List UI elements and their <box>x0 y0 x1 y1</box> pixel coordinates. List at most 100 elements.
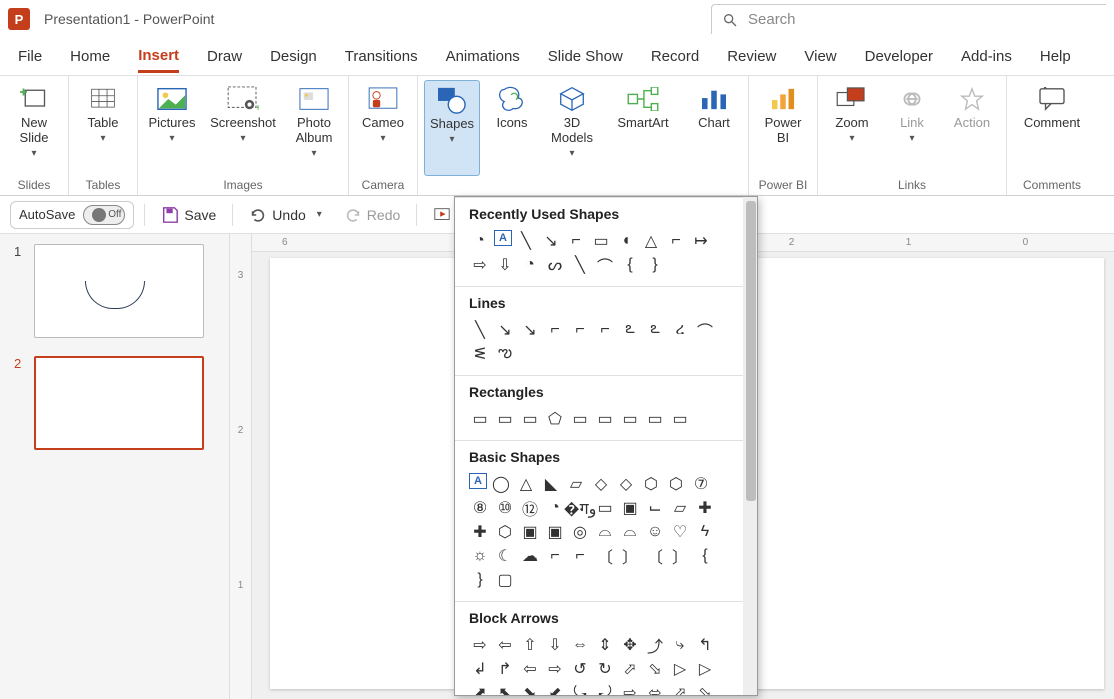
shape-option[interactable]: ↘ <box>519 319 541 341</box>
shape-option[interactable]: { <box>694 545 716 567</box>
shape-option[interactable]: ⬄ <box>644 682 666 696</box>
shape-option[interactable]: 〕 <box>669 545 691 567</box>
shape-option[interactable]: ╲ <box>515 230 537 252</box>
tab-view[interactable]: View <box>804 42 836 71</box>
shape-option[interactable]: ▭ <box>519 408 541 430</box>
shape-option[interactable]: ◖ <box>615 230 637 252</box>
shape-option[interactable]: ⌐ <box>569 545 591 567</box>
shape-option[interactable]: ⤾ <box>594 682 616 696</box>
power-bi-button[interactable]: Power BI <box>755 80 811 176</box>
3d-models-button[interactable]: 3D Models▾ <box>544 80 600 176</box>
shape-option[interactable]: ⬈ <box>469 682 491 696</box>
shape-option[interactable]: ᓬ <box>469 343 491 365</box>
shape-option[interactable]: ↺ <box>569 658 591 680</box>
shape-option[interactable]: ↰ <box>694 634 716 656</box>
shape-option[interactable]: ⬋ <box>544 682 566 696</box>
tab-record[interactable]: Record <box>651 42 699 71</box>
shape-option[interactable]: ✥ <box>619 634 641 656</box>
shape-option[interactable]: △ <box>640 230 662 252</box>
shape-option[interactable]: ⇕ <box>594 634 616 656</box>
chevron-down-icon[interactable]: ▾ <box>317 209 322 220</box>
shape-option[interactable]: ↱ <box>494 658 516 680</box>
tab-design[interactable]: Design <box>270 42 317 71</box>
shape-option[interactable]: ⑫ <box>519 497 541 519</box>
comment-button[interactable]: + Comment <box>1013 80 1091 176</box>
shape-option[interactable]: ↘ <box>494 319 516 341</box>
shape-option[interactable]: ⇔ <box>569 634 591 656</box>
tab-transitions[interactable]: Transitions <box>345 42 418 71</box>
shape-option[interactable]: ⬡ <box>665 473 687 495</box>
shape-option[interactable]: ▭ <box>594 408 616 430</box>
shape-option[interactable]: ◣ <box>540 473 562 495</box>
shape-option[interactable]: ⬠ <box>544 408 566 430</box>
autosave-switch[interactable]: Off <box>83 205 125 225</box>
shape-option[interactable]: ▱ <box>669 497 691 519</box>
shape-option[interactable]: ▷ <box>694 658 716 680</box>
shape-option[interactable]: ⌐ <box>544 319 566 341</box>
shape-option[interactable]: ✚ <box>694 497 716 519</box>
shape-option[interactable]: ☁ <box>519 545 541 567</box>
undo-button[interactable]: Undo ▾ <box>243 203 328 227</box>
shape-option[interactable]: ↻ <box>594 658 616 680</box>
shape-option[interactable]: ⌓ <box>594 521 616 543</box>
tab-draw[interactable]: Draw <box>207 42 242 71</box>
scrollbar[interactable]: ▲ <box>743 197 757 695</box>
save-button[interactable]: Save <box>155 203 222 227</box>
shape-option[interactable]: ⑦ <box>690 473 712 495</box>
tab-home[interactable]: Home <box>70 42 110 71</box>
shape-option[interactable]: ↦ <box>690 230 712 252</box>
thumbnail-2[interactable]: 2 <box>14 356 215 450</box>
shape-option[interactable]: ⌐ <box>665 230 687 252</box>
slide-1-preview[interactable] <box>34 244 204 338</box>
shape-option[interactable]: 〔 <box>644 545 666 567</box>
thumbnail-1[interactable]: 1 <box>14 244 215 338</box>
table-button[interactable]: Table▾ <box>75 80 131 176</box>
shape-option[interactable]: ▭ <box>644 408 666 430</box>
shape-option[interactable]: ▣ <box>544 521 566 543</box>
shape-option[interactable]: ⤴ <box>644 634 666 656</box>
shape-option[interactable]: ☼ <box>469 545 491 567</box>
shape-option[interactable]: ◎ <box>569 521 591 543</box>
shape-option[interactable]: ⑧ <box>469 497 491 519</box>
shape-option[interactable]: 〔 <box>594 545 616 567</box>
shape-option[interactable]: ⌙ <box>644 497 666 519</box>
shapes-button[interactable]: Shapes▾ <box>424 80 480 176</box>
shape-option[interactable]: A <box>469 473 487 489</box>
tab-addins[interactable]: Add-ins <box>961 42 1012 71</box>
photo-album-button[interactable]: Photo Album▾ <box>286 80 342 176</box>
shape-option[interactable]: ☺ <box>644 521 666 543</box>
shape-option[interactable]: ⇩ <box>544 634 566 656</box>
tab-developer[interactable]: Developer <box>865 42 933 71</box>
tab-file[interactable]: File <box>18 42 42 71</box>
shape-option[interactable]: ↘ <box>540 230 562 252</box>
shape-option[interactable]: ϟ <box>694 521 716 543</box>
shape-option[interactable]: ఌ <box>494 343 516 365</box>
shape-option[interactable]: ⌐ <box>544 545 566 567</box>
shape-option[interactable]: } <box>644 254 666 276</box>
shape-option[interactable]: ▭ <box>594 497 616 519</box>
shape-option[interactable]: ⇨ <box>469 254 491 276</box>
shape-option[interactable]: ⬀ <box>619 658 641 680</box>
shape-option[interactable]: ▢ <box>494 569 516 591</box>
shape-option[interactable]: ⌒ <box>694 319 716 341</box>
shape-option[interactable]: ⬡ <box>494 521 516 543</box>
chart-button[interactable]: Chart <box>686 80 742 176</box>
shape-option[interactable]: ⇦ <box>519 658 541 680</box>
search-box[interactable]: Search <box>711 4 1106 34</box>
shape-option[interactable]: ⬂ <box>644 658 666 680</box>
shape-option[interactable]: ⬡ <box>640 473 662 495</box>
shape-option[interactable]: ♡ <box>669 521 691 543</box>
shape-option[interactable]: ▭ <box>469 408 491 430</box>
shape-option[interactable]: A <box>494 230 512 246</box>
shape-option[interactable]: ⌐ <box>594 319 616 341</box>
shape-option[interactable]: ▣ <box>519 521 541 543</box>
tab-help[interactable]: Help <box>1040 42 1071 71</box>
shape-option[interactable]: △ <box>515 473 537 495</box>
shape-option[interactable]: ▭ <box>494 408 516 430</box>
tab-animations[interactable]: Animations <box>446 42 520 71</box>
shape-option[interactable]: ↲ <box>469 658 491 680</box>
slide-2-preview[interactable] <box>34 356 204 450</box>
shape-option[interactable]: ✚ <box>469 521 491 543</box>
shape-option[interactable]: ▭ <box>590 230 612 252</box>
shape-option[interactable]: ◯ <box>490 473 512 495</box>
